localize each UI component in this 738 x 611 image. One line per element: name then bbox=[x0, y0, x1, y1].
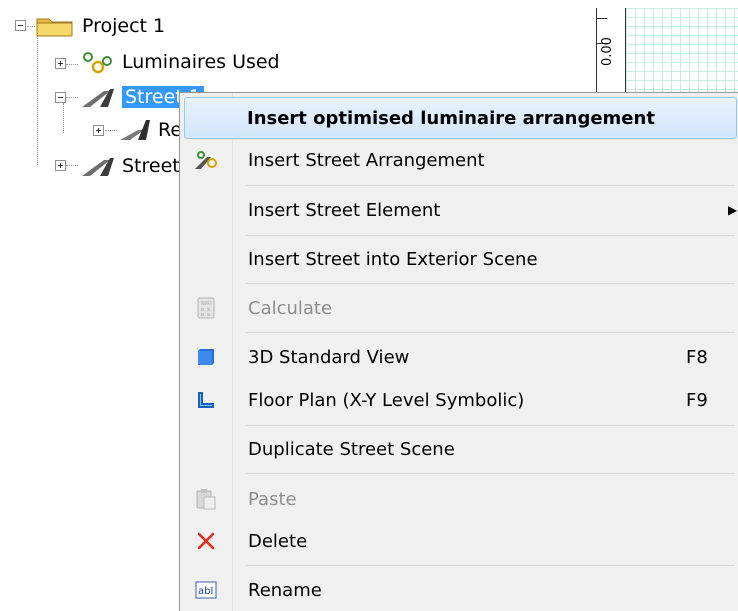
tree-item-street-child[interactable]: Re bbox=[118, 116, 182, 144]
tree-connector bbox=[66, 97, 78, 99]
submenu-arrow-icon: ▶ bbox=[728, 203, 738, 217]
street-icon bbox=[82, 89, 114, 107]
menu-item-label: Insert Street Arrangement bbox=[248, 149, 485, 171]
menu-separator bbox=[246, 473, 735, 474]
menu-item-paste: Paste bbox=[182, 478, 738, 520]
menu-item-label: Floor Plan (X-Y Level Symbolic) bbox=[248, 389, 525, 411]
menu-item-label: Insert Street into Exterior Scene bbox=[248, 248, 538, 270]
menu-item-floor-plan[interactable]: Floor Plan (X-Y Level Symbolic) F9 bbox=[182, 379, 738, 421]
menu-item-insert-street-arrangement[interactable]: Insert Street Arrangement bbox=[182, 139, 738, 181]
tree-connector bbox=[37, 35, 39, 165]
vertical-ruler: 0.00 bbox=[596, 8, 626, 105]
svg-text:abl: abl bbox=[198, 586, 213, 597]
expand-street-toggle[interactable] bbox=[55, 160, 66, 171]
view-panel: 0.00 bbox=[596, 0, 738, 105]
paste-icon bbox=[190, 483, 222, 515]
menu-item-insert-street-into-exterior-scene[interactable]: Insert Street into Exterior Scene bbox=[182, 238, 738, 280]
drawing-grid[interactable] bbox=[626, 8, 738, 105]
menu-separator bbox=[246, 283, 735, 284]
menu-item-shortcut: F9 bbox=[686, 389, 708, 411]
tree-connector bbox=[63, 103, 65, 133]
tree-item-label: Street bbox=[122, 155, 180, 177]
luminaire-arrangement-icon bbox=[190, 144, 222, 176]
collapse-street-toggle[interactable] bbox=[55, 92, 66, 103]
menu-item-label: Duplicate Street Scene bbox=[248, 438, 455, 460]
menu-item-duplicate-street-scene[interactable]: Duplicate Street Scene bbox=[182, 428, 738, 470]
menu-item-shortcut: F8 bbox=[686, 346, 708, 368]
menu-item-label: Rename bbox=[248, 579, 322, 601]
street-icon bbox=[82, 158, 114, 176]
collapse-project-toggle[interactable] bbox=[15, 20, 26, 31]
menu-item-insert-optimised-luminaire-arrangement[interactable]: Insert optimised luminaire arrangement bbox=[184, 97, 737, 139]
menu-separator bbox=[246, 565, 735, 566]
expand-child-toggle[interactable] bbox=[93, 125, 104, 136]
tree-item-project[interactable]: Project 1 bbox=[36, 12, 165, 40]
tree-connector bbox=[105, 130, 117, 132]
tree-connector bbox=[66, 64, 78, 66]
menu-item-label: Paste bbox=[248, 488, 297, 510]
menu-item-label: Insert optimised luminaire arrangement bbox=[247, 107, 655, 129]
cube-icon bbox=[190, 341, 222, 373]
delete-icon bbox=[190, 525, 222, 557]
tree-item-label: Project 1 bbox=[82, 15, 166, 37]
menu-item-rename[interactable]: abl Rename bbox=[182, 569, 738, 611]
tree-item-luminaires-used[interactable]: Luminaires Used bbox=[80, 48, 280, 76]
menu-item-label: Insert Street Element bbox=[248, 199, 441, 221]
tree-connector bbox=[27, 26, 35, 28]
menu-item-delete[interactable]: Delete bbox=[182, 520, 738, 562]
ruler-label: 0.00 bbox=[600, 37, 615, 66]
street-element-icon bbox=[120, 120, 150, 140]
folder-icon bbox=[36, 18, 73, 37]
tree-item-street-2[interactable]: Street bbox=[80, 152, 180, 180]
tree-connector bbox=[66, 165, 78, 167]
expand-luminaires-toggle[interactable] bbox=[55, 58, 66, 69]
rename-icon: abl bbox=[190, 574, 222, 606]
menu-separator bbox=[246, 332, 735, 333]
menu-item-calculate: Calculate bbox=[182, 287, 738, 329]
menu-item-label: Calculate bbox=[248, 297, 333, 319]
menu-item-label: 3D Standard View bbox=[248, 346, 410, 368]
menu-separator bbox=[246, 185, 735, 186]
luminaire-group-icon bbox=[83, 52, 112, 74]
menu-separator bbox=[246, 425, 735, 426]
tree-item-label: Luminaires Used bbox=[122, 51, 280, 73]
context-menu: Insert optimised luminaire arrangement I… bbox=[179, 92, 738, 611]
menu-item-label: Delete bbox=[248, 530, 308, 552]
menu-item-3d-standard-view[interactable]: 3D Standard View F8 bbox=[182, 336, 738, 378]
calculator-icon bbox=[190, 292, 222, 324]
menu-separator bbox=[246, 235, 735, 236]
floor-plan-icon bbox=[190, 384, 222, 416]
menu-item-insert-street-element[interactable]: Insert Street Element ▶ bbox=[182, 189, 738, 231]
